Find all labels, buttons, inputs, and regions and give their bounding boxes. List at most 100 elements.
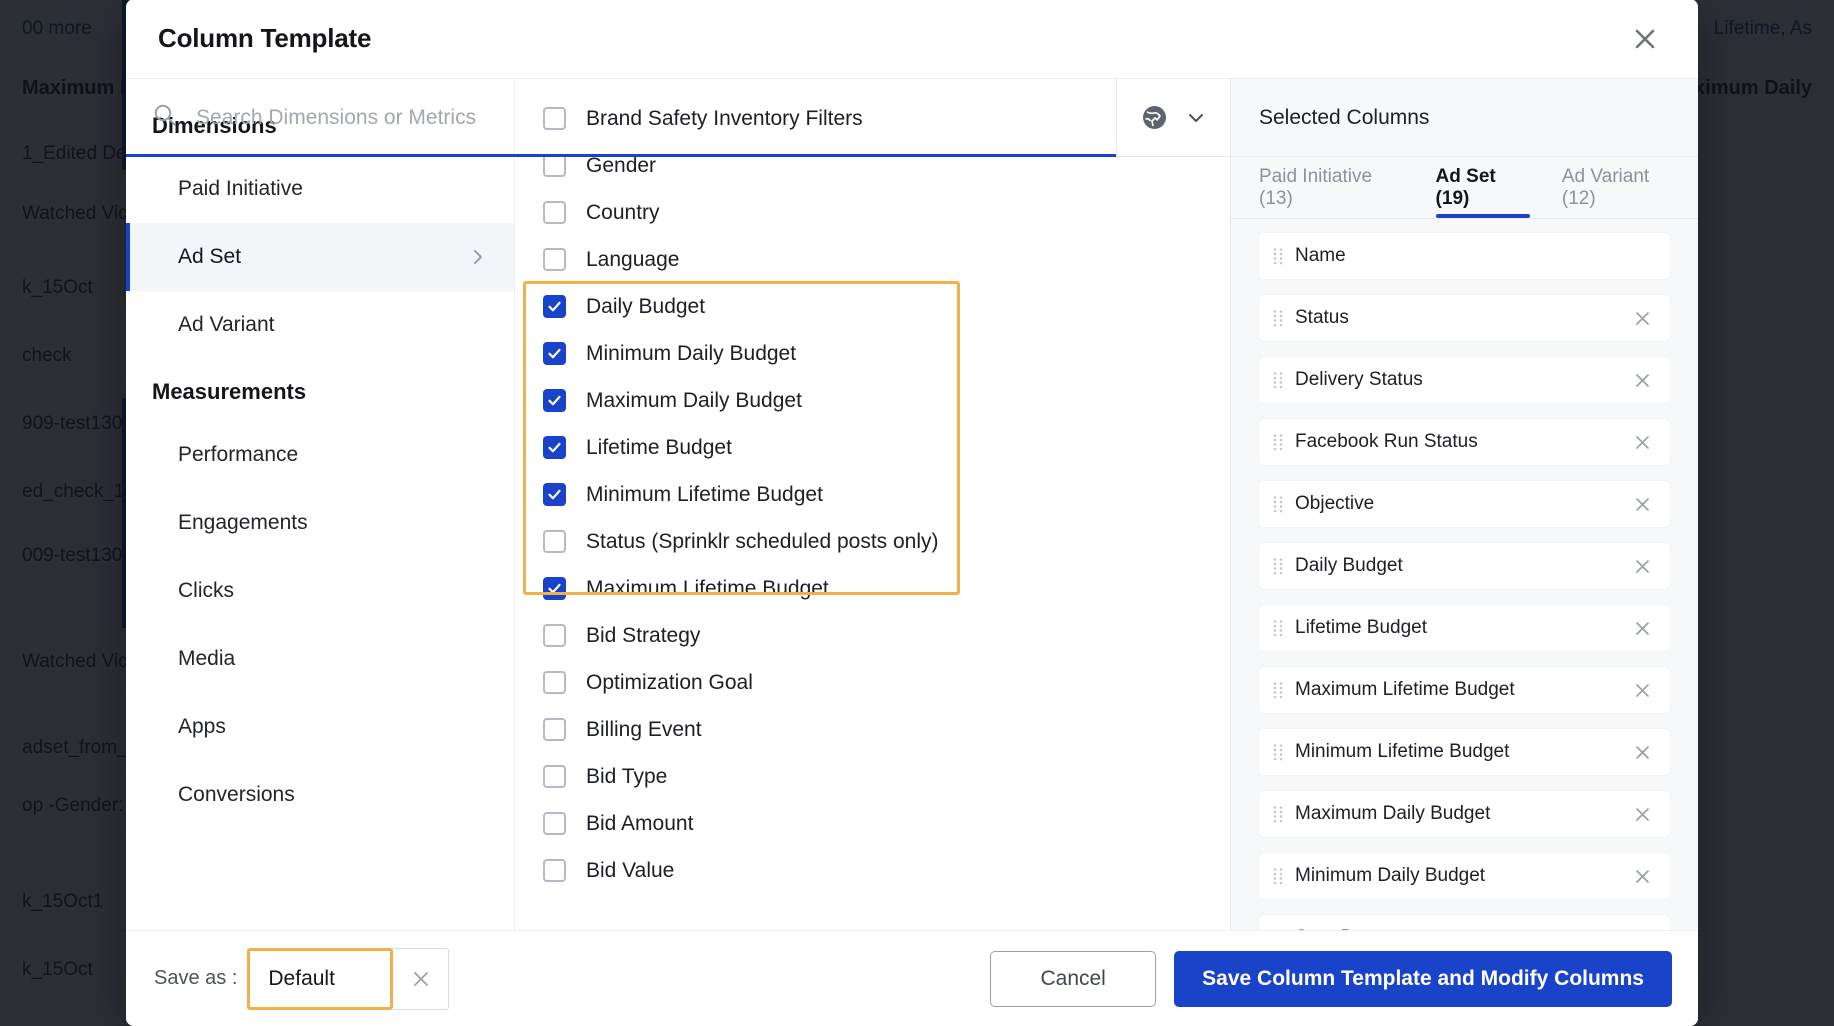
- checkbox-icon[interactable]: [543, 765, 566, 788]
- list-item[interactable]: Objective: [1259, 481, 1670, 527]
- checkbox-icon[interactable]: [543, 530, 566, 553]
- list-item[interactable]: Minimum Daily Budget: [1259, 853, 1670, 899]
- cancel-button[interactable]: Cancel: [990, 950, 1157, 1007]
- drag-handle-icon[interactable]: [1273, 433, 1283, 451]
- checkbox-icon[interactable]: [543, 624, 566, 647]
- checkbox-row[interactable]: Bid Type: [515, 753, 1230, 800]
- sidebar-item-label: Conversions: [178, 783, 295, 806]
- drag-handle-icon[interactable]: [1273, 743, 1283, 761]
- checkbox-row[interactable]: Country: [515, 189, 1230, 236]
- checkbox-icon[interactable]: [543, 436, 566, 459]
- checkbox-row[interactable]: Maximum Lifetime Budget: [515, 565, 1230, 612]
- tab-label: Ad Variant (12): [1561, 165, 1650, 209]
- selected-columns-list: Name Status Delivery Status Facebook Run…: [1231, 219, 1698, 930]
- save-as-label: Save as :: [154, 967, 238, 989]
- checkbox-icon[interactable]: [543, 718, 566, 741]
- remove-column-icon[interactable]: [1633, 619, 1652, 638]
- checkbox-label: Country: [586, 200, 660, 224]
- tab-label: Paid Initiative (13): [1259, 165, 1373, 209]
- checkbox-icon[interactable]: [543, 342, 566, 365]
- sidebar-item-ad-set[interactable]: Ad Set: [126, 223, 514, 291]
- save-column-template-button[interactable]: Save Column Template and Modify Columns: [1174, 950, 1672, 1007]
- remove-column-icon[interactable]: [1633, 433, 1652, 452]
- tab-ad-set[interactable]: Ad Set (19): [1420, 157, 1546, 218]
- remove-column-icon[interactable]: [1633, 309, 1652, 328]
- list-item[interactable]: Name: [1259, 233, 1670, 279]
- checkbox-icon[interactable]: [543, 154, 566, 177]
- drag-handle-icon[interactable]: [1273, 619, 1283, 637]
- sidebar-item-media[interactable]: Media: [126, 625, 514, 693]
- page-title: Column Template: [158, 23, 372, 53]
- drag-handle-icon[interactable]: [1273, 867, 1283, 885]
- list-item[interactable]: Facebook Run Status: [1259, 419, 1670, 465]
- checkbox-row[interactable]: Minimum Lifetime Budget: [515, 471, 1230, 518]
- checkbox-row[interactable]: Daily Budget: [515, 283, 1230, 330]
- checkbox-icon[interactable]: [543, 577, 566, 600]
- checkbox-icon[interactable]: [543, 812, 566, 835]
- list-item[interactable]: Daily Budget: [1259, 543, 1670, 589]
- list-item[interactable]: Delivery Status: [1259, 357, 1670, 403]
- drag-handle-icon[interactable]: [1273, 371, 1283, 389]
- remove-column-icon[interactable]: [1633, 495, 1652, 514]
- selected-columns-tabs: Paid Initiative (13) Ad Set (19) Ad Vari…: [1231, 157, 1698, 219]
- globe-icon[interactable]: [1140, 103, 1169, 132]
- search-field[interactable]: [126, 79, 1116, 157]
- sidebar-item-apps[interactable]: Apps: [126, 693, 514, 761]
- remove-column-icon[interactable]: [1633, 557, 1652, 576]
- sidebar-item-label: Clicks: [178, 579, 234, 602]
- checkbox-icon[interactable]: [543, 389, 566, 412]
- drag-handle-icon[interactable]: [1273, 495, 1283, 513]
- checkbox-icon[interactable]: [543, 671, 566, 694]
- sidebar-item-engagements[interactable]: Engagements: [126, 489, 514, 557]
- remove-column-icon[interactable]: [1633, 805, 1652, 824]
- checkbox-list: Brand Safety Inventory Filters Gender Co…: [515, 79, 1230, 930]
- list-item[interactable]: Maximum Daily Budget: [1259, 791, 1670, 837]
- checkbox-label: Bid Value: [586, 858, 675, 882]
- drag-handle-icon[interactable]: [1273, 681, 1283, 699]
- tab-paid-initiative[interactable]: Paid Initiative (13): [1259, 157, 1420, 218]
- clear-save-as-icon[interactable]: [393, 947, 450, 1010]
- checkbox-row[interactable]: Billing Event: [515, 706, 1230, 753]
- checkbox-row[interactable]: Optimization Goal: [515, 659, 1230, 706]
- drag-handle-icon[interactable]: [1273, 557, 1283, 575]
- list-item[interactable]: Minimum Lifetime Budget: [1259, 729, 1670, 775]
- checkbox-row[interactable]: Minimum Daily Budget: [515, 330, 1230, 377]
- checkbox-icon[interactable]: [543, 859, 566, 882]
- drag-handle-icon[interactable]: [1273, 805, 1283, 823]
- checkbox-row[interactable]: Bid Value: [515, 847, 1230, 894]
- sidebar-item-ad-variant[interactable]: Ad Variant: [126, 291, 514, 359]
- remove-column-icon[interactable]: [1633, 743, 1652, 762]
- remove-column-icon[interactable]: [1633, 371, 1652, 390]
- tab-label: Ad Set (19): [1435, 165, 1496, 209]
- search-input[interactable]: [196, 105, 1116, 130]
- checkbox-row[interactable]: Lifetime Budget: [515, 424, 1230, 471]
- checkbox-icon[interactable]: [543, 201, 566, 224]
- remove-column-icon[interactable]: [1633, 867, 1652, 886]
- drag-handle-icon[interactable]: [1273, 247, 1283, 265]
- sidebar-item-performance[interactable]: Performance: [126, 421, 514, 489]
- sidebar-item-clicks[interactable]: Clicks: [126, 557, 514, 625]
- checkbox-icon[interactable]: [543, 248, 566, 271]
- list-item[interactable]: Status: [1259, 295, 1670, 341]
- sidebar-item-conversions[interactable]: Conversions: [126, 761, 514, 829]
- sidebar-item-label: Engagements: [178, 511, 308, 534]
- checkbox-icon[interactable]: [543, 483, 566, 506]
- list-item[interactable]: Start Date: [1259, 915, 1670, 930]
- checkbox-row[interactable]: Bid Strategy: [515, 612, 1230, 659]
- list-item[interactable]: Maximum Lifetime Budget: [1259, 667, 1670, 713]
- chevron-down-icon[interactable]: [1185, 107, 1207, 129]
- checkbox-row[interactable]: Language: [515, 236, 1230, 283]
- sidebar-item-paid-initiative[interactable]: Paid Initiative: [126, 155, 514, 223]
- close-icon[interactable]: [1624, 18, 1666, 60]
- tab-ad-variant[interactable]: Ad Variant (12): [1546, 157, 1698, 218]
- sidebar-item-label: Paid Initiative: [178, 177, 303, 200]
- list-item[interactable]: Lifetime Budget: [1259, 605, 1670, 651]
- checkbox-row[interactable]: Bid Amount: [515, 800, 1230, 847]
- checkbox-row[interactable]: Status (Sprinklr scheduled posts only): [515, 518, 1230, 565]
- checkbox-icon[interactable]: [543, 295, 566, 318]
- drag-handle-icon[interactable]: [1273, 309, 1283, 327]
- checkbox-row[interactable]: Maximum Daily Budget: [515, 377, 1230, 424]
- search-scope-control[interactable]: [1116, 79, 1230, 157]
- remove-column-icon[interactable]: [1633, 681, 1652, 700]
- save-as-input[interactable]: [247, 947, 394, 1010]
